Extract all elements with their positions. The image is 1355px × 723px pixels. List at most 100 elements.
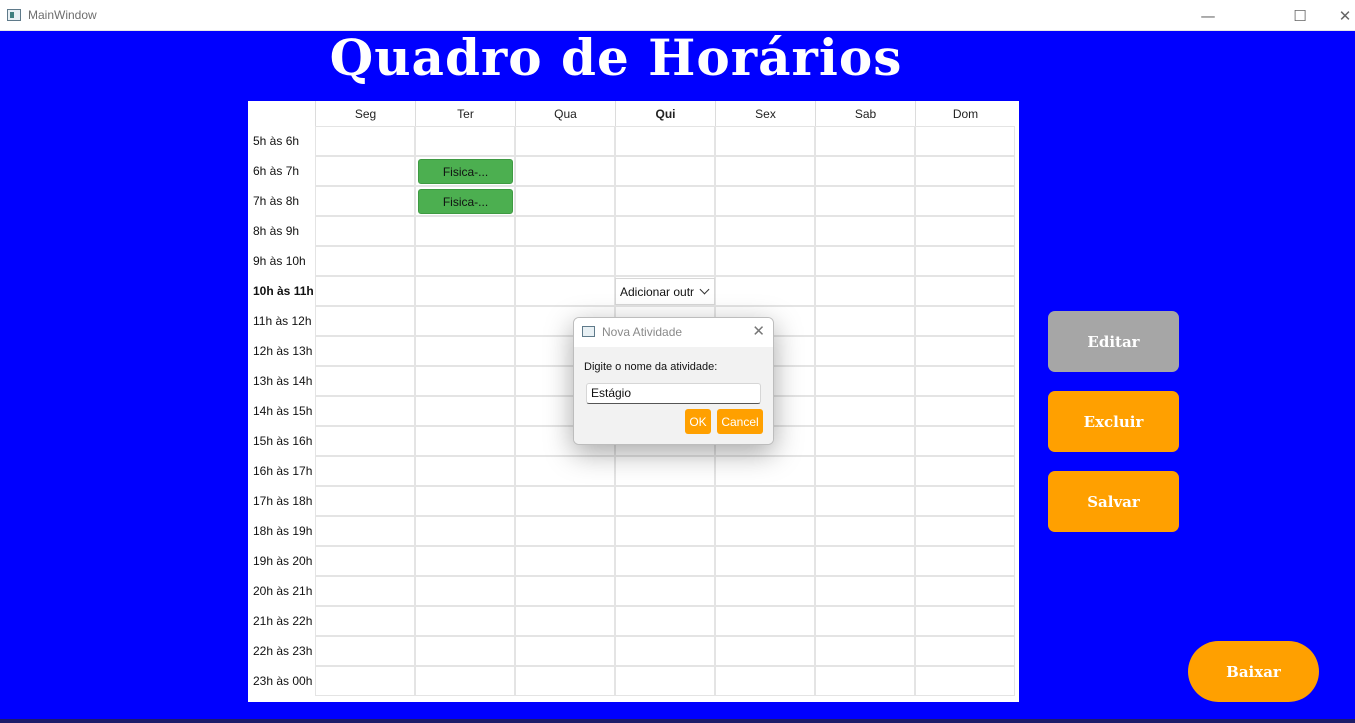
schedule-cell[interactable]: [615, 156, 715, 186]
schedule-cell[interactable]: [915, 366, 1015, 396]
schedule-cell[interactable]: [515, 276, 615, 306]
schedule-cell[interactable]: [415, 336, 515, 366]
schedule-cell[interactable]: [415, 456, 515, 486]
schedule-cell[interactable]: [415, 636, 515, 666]
minimize-icon[interactable]: —: [1185, 0, 1231, 31]
edit-button[interactable]: Editar: [1048, 311, 1179, 372]
schedule-cell[interactable]: [915, 606, 1015, 636]
schedule-cell[interactable]: [915, 546, 1015, 576]
schedule-cell[interactable]: [315, 246, 415, 276]
schedule-cell[interactable]: [415, 306, 515, 336]
schedule-cell[interactable]: [715, 516, 815, 546]
schedule-cell[interactable]: [915, 576, 1015, 606]
schedule-cell[interactable]: [515, 576, 615, 606]
delete-button[interactable]: Excluir: [1048, 391, 1179, 452]
schedule-cell[interactable]: [415, 426, 515, 456]
close-icon[interactable]: ✕: [1322, 0, 1355, 31]
schedule-cell[interactable]: [315, 606, 415, 636]
schedule-cell[interactable]: [415, 396, 515, 426]
activity-name-input[interactable]: Estágio: [586, 383, 761, 404]
schedule-cell[interactable]: [815, 516, 915, 546]
schedule-cell[interactable]: [315, 546, 415, 576]
schedule-cell[interactable]: [715, 606, 815, 636]
schedule-cell[interactable]: [915, 516, 1015, 546]
schedule-cell[interactable]: [315, 666, 415, 696]
schedule-cell[interactable]: [615, 186, 715, 216]
schedule-cell[interactable]: [415, 576, 515, 606]
schedule-cell[interactable]: [515, 486, 615, 516]
schedule-cell[interactable]: [315, 186, 415, 216]
schedule-cell[interactable]: [315, 636, 415, 666]
schedule-cell[interactable]: [315, 516, 415, 546]
schedule-cell[interactable]: [715, 486, 815, 516]
schedule-cell[interactable]: [615, 216, 715, 246]
schedule-cell[interactable]: [915, 156, 1015, 186]
schedule-cell[interactable]: [415, 276, 515, 306]
schedule-cell[interactable]: [415, 216, 515, 246]
schedule-cell[interactable]: [815, 366, 915, 396]
schedule-cell[interactable]: [315, 426, 415, 456]
schedule-cell[interactable]: [815, 306, 915, 336]
schedule-cell[interactable]: [315, 396, 415, 426]
schedule-cell[interactable]: [715, 126, 815, 156]
schedule-cell[interactable]: [915, 126, 1015, 156]
schedule-cell[interactable]: [315, 486, 415, 516]
schedule-cell[interactable]: [815, 636, 915, 666]
cancel-button[interactable]: Cancel: [717, 409, 763, 434]
schedule-cell[interactable]: [715, 576, 815, 606]
schedule-cell[interactable]: [915, 426, 1015, 456]
schedule-cell[interactable]: [815, 156, 915, 186]
schedule-cell[interactable]: [815, 276, 915, 306]
schedule-cell[interactable]: [915, 246, 1015, 276]
schedule-cell[interactable]: [815, 426, 915, 456]
schedule-cell[interactable]: [315, 276, 415, 306]
activity-event[interactable]: Fisica-...: [418, 189, 513, 214]
schedule-cell[interactable]: [315, 126, 415, 156]
schedule-cell[interactable]: [815, 216, 915, 246]
schedule-cell[interactable]: [415, 516, 515, 546]
schedule-cell[interactable]: [415, 546, 515, 576]
schedule-cell[interactable]: [515, 606, 615, 636]
schedule-cell[interactable]: [715, 276, 815, 306]
schedule-cell[interactable]: [615, 576, 715, 606]
schedule-cell[interactable]: [815, 246, 915, 276]
schedule-cell[interactable]: [615, 606, 715, 636]
schedule-cell[interactable]: [815, 186, 915, 216]
schedule-cell[interactable]: [615, 516, 715, 546]
schedule-cell[interactable]: [415, 246, 515, 276]
schedule-cell[interactable]: [615, 636, 715, 666]
download-button[interactable]: Baixar: [1188, 641, 1319, 702]
schedule-cell[interactable]: [815, 576, 915, 606]
schedule-cell[interactable]: [415, 666, 515, 696]
schedule-cell[interactable]: [315, 156, 415, 186]
schedule-cell[interactable]: [515, 456, 615, 486]
schedule-cell[interactable]: [515, 516, 615, 546]
schedule-cell[interactable]: [715, 156, 815, 186]
schedule-cell[interactable]: [815, 486, 915, 516]
schedule-cell[interactable]: [315, 456, 415, 486]
ok-button[interactable]: OK: [685, 409, 711, 434]
schedule-cell[interactable]: [515, 216, 615, 246]
schedule-cell[interactable]: [915, 276, 1015, 306]
schedule-cell[interactable]: [315, 576, 415, 606]
schedule-cell[interactable]: [715, 636, 815, 666]
schedule-cell[interactable]: [815, 126, 915, 156]
schedule-cell[interactable]: [415, 486, 515, 516]
schedule-cell[interactable]: [715, 246, 815, 276]
schedule-cell[interactable]: [815, 336, 915, 366]
schedule-cell[interactable]: [515, 636, 615, 666]
schedule-cell[interactable]: [915, 186, 1015, 216]
schedule-cell[interactable]: [415, 606, 515, 636]
schedule-cell[interactable]: [315, 336, 415, 366]
schedule-cell[interactable]: [515, 156, 615, 186]
schedule-cell[interactable]: [915, 216, 1015, 246]
schedule-cell[interactable]: [915, 636, 1015, 666]
schedule-cell[interactable]: [415, 126, 515, 156]
schedule-cell[interactable]: [815, 606, 915, 636]
schedule-cell[interactable]: [815, 666, 915, 696]
schedule-cell[interactable]: [615, 126, 715, 156]
schedule-cell[interactable]: [915, 456, 1015, 486]
schedule-cell[interactable]: [315, 306, 415, 336]
schedule-cell[interactable]: [515, 126, 615, 156]
schedule-cell[interactable]: [615, 546, 715, 576]
